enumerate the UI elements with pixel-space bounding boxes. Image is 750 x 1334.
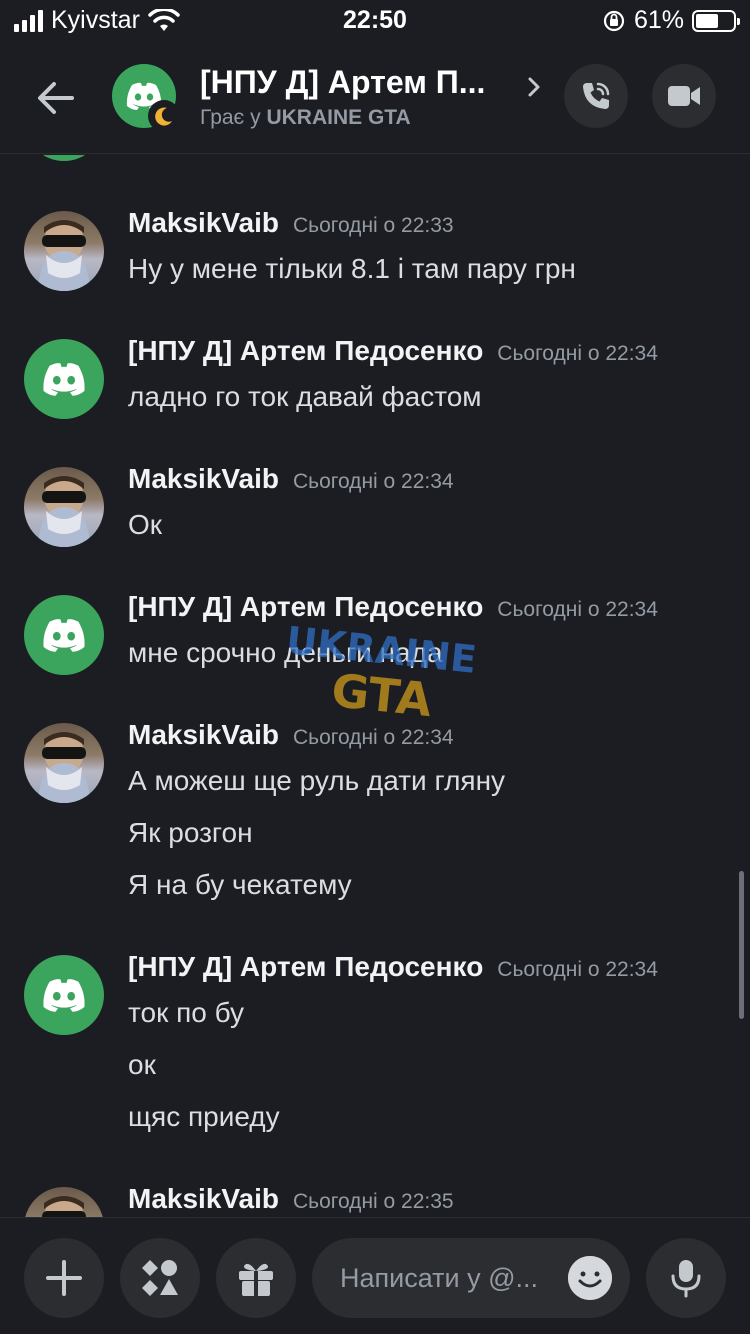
avatar[interactable] [24, 723, 104, 803]
avatar[interactable] [24, 955, 104, 1035]
idle-status-badge [148, 100, 180, 132]
discord-logo-icon [43, 979, 85, 1012]
message-timestamp: Сьогодні о 22:33 [292, 214, 454, 237]
microphone-icon [671, 1260, 701, 1298]
attach-button[interactable] [24, 1238, 104, 1318]
message-text: ок [128, 1049, 156, 1080]
message-timestamp: Сьогодні о 22:34 [292, 470, 454, 493]
message-author[interactable]: MaksikVaib Сьогодні о 22:33 [128, 207, 454, 239]
emoji-button[interactable] [568, 1256, 612, 1300]
message-text: Ну у мене тільки 8.1 і там пару грн [128, 253, 576, 284]
message-author[interactable]: [НПУ Д] Артем Педосенко Сьогодні о 22:34 [128, 335, 658, 367]
gift-icon [239, 1263, 273, 1296]
message-timestamp: Сьогодні о 22:35 [292, 1190, 454, 1213]
activity-status: Грає у UKRAINE GTA [200, 106, 411, 130]
avatar[interactable] [24, 211, 104, 291]
battery-fill [696, 13, 718, 28]
message-text: Я на бу чекатему [128, 869, 352, 900]
message-timestamp: Сьогодні о 22:34 [497, 342, 658, 365]
user-photo [42, 1196, 86, 1217]
chevron-right-icon[interactable] [524, 74, 544, 100]
scrollbar[interactable] [739, 871, 744, 1019]
avatar[interactable] [24, 155, 104, 161]
avatar[interactable] [24, 339, 104, 419]
message-input[interactable] [340, 1238, 560, 1318]
user-photo [38, 476, 90, 547]
avatar[interactable] [24, 467, 104, 547]
gift-button[interactable] [216, 1238, 296, 1318]
dm-header: [НПУ Д] Артем П... Грає у UKRAINE GTA [0, 42, 750, 154]
message-text: Як розгон [128, 817, 253, 848]
back-arrow-icon [38, 82, 74, 114]
orientation-lock-icon [603, 10, 625, 31]
message-input-container[interactable] [312, 1238, 630, 1318]
message-text: мне срочно деньги нада [128, 637, 443, 668]
battery-percent: 61% [633, 6, 684, 34]
voice-message-button[interactable] [646, 1238, 726, 1318]
phone-call-icon [583, 82, 610, 109]
message-text: Ок [128, 509, 163, 540]
message-author[interactable]: MaksikVaib Сьогодні о 22:34 [128, 719, 454, 751]
emoji-icon [568, 1256, 612, 1300]
message-author[interactable]: MaksikVaib Сьогодні о 22:34 [128, 463, 454, 495]
message-text: щяс приеду [128, 1101, 280, 1132]
message-composer [0, 1217, 750, 1334]
discord-logo-icon [43, 363, 85, 396]
voice-call-button[interactable] [564, 64, 628, 128]
apps-button[interactable] [120, 1238, 200, 1318]
status-bar: Kyivstar 22:50 61% [0, 0, 750, 42]
activity-prefix: Грає у [200, 106, 261, 129]
discord-logo-icon [43, 619, 85, 652]
message-text: ладно го ток давай фастом [128, 381, 482, 412]
message-timestamp: Сьогодні о 22:34 [497, 958, 658, 981]
message-author[interactable]: [НПУ Д] Артем Педосенко Сьогодні о 22:34 [128, 591, 658, 623]
back-button[interactable] [30, 72, 82, 124]
moon-icon [155, 107, 172, 126]
activity-game: UKRAINE GTA [266, 106, 411, 129]
message-author[interactable]: [НПУ Д] Артем Педосенко Сьогодні о 22:34 [128, 951, 658, 983]
video-call-button[interactable] [652, 64, 716, 128]
svg-text:GTA: GTA [329, 663, 435, 721]
video-camera-icon [668, 86, 700, 106]
user-photo [38, 220, 90, 291]
avatar[interactable] [24, 595, 104, 675]
message-text: ток по бу [128, 997, 245, 1028]
apps-icon [142, 1260, 178, 1296]
message-timestamp: Сьогодні о 22:34 [497, 598, 658, 621]
message-author[interactable]: MaksikVaib Сьогодні о 22:35 [128, 1183, 454, 1215]
message-text: А можеш ще руль дати гляну [128, 765, 506, 796]
status-right: 61% [602, 6, 740, 35]
avatar[interactable] [24, 1187, 104, 1217]
message-list[interactable]: MaksikVaib Сьогодні о 22:33 Ну у мене тіл… [0, 155, 750, 1217]
user-photo [38, 732, 90, 803]
message-timestamp: Сьогодні о 22:34 [292, 726, 454, 749]
plus-icon [46, 1260, 82, 1296]
ukraine-gta-watermark-logo: UKRAINE GTA [284, 621, 478, 721]
channel-name[interactable]: [НПУ Д] Артем П... [200, 64, 485, 101]
battery-icon [692, 9, 740, 32]
